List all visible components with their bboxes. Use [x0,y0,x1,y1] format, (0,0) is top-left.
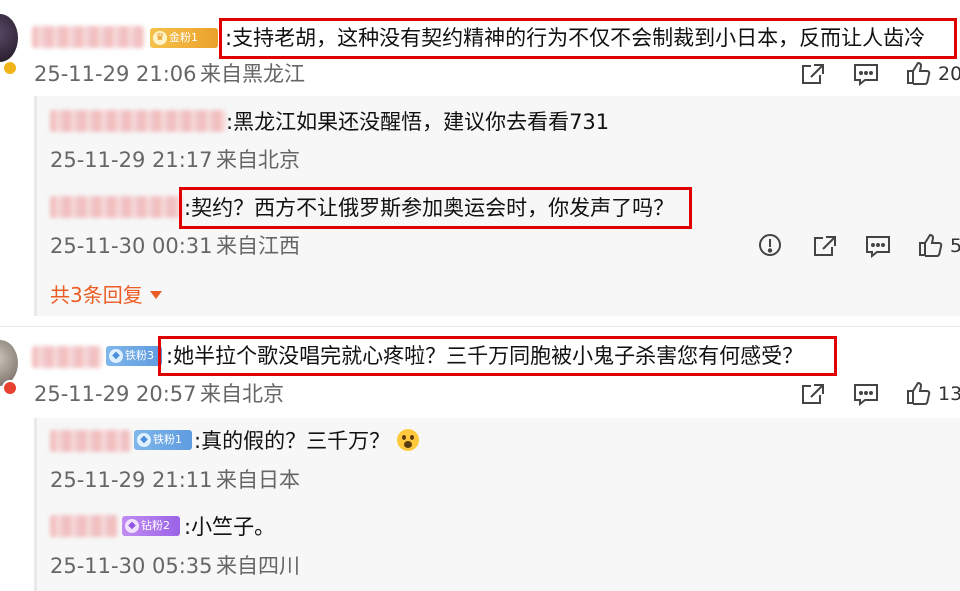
comment-time: 25-11-29 21:06 [34,62,197,86]
share-icon[interactable] [800,62,826,86]
badge-label: 钻粉2 [141,519,170,532]
comment-location: 来自黑龙江 [200,62,305,86]
reply-text: :契约？西方不让俄罗斯参加奥运会时，你发声了吗？ [184,196,675,220]
comment-location: 来自北京 [200,382,284,406]
diamond-icon: ◆ [125,519,139,533]
reply-text-content: :真的假的？三千万？ [194,429,391,453]
fan-level-badge: ◆ 钻粉2 [122,516,180,536]
badge-label: 铁粉1 [153,433,182,446]
reply-location: 来自北京 [216,148,300,172]
username-blurred[interactable] [32,346,102,368]
reply-time: 25-11-29 21:11 [50,468,213,492]
reply-location: 来自日本 [216,468,300,492]
comment-divider [0,326,960,327]
fan-level-badge: ♛ 金粉1 [150,28,218,48]
reply-time: 25-11-30 00:31 [50,234,213,258]
diamond-icon: ◆ [137,433,151,447]
avatar[interactable] [0,14,18,62]
verified-badge-icon [2,60,18,76]
shocked-face-emoji-icon [396,429,419,451]
caret-down-icon [150,291,163,299]
reply-location: 来自江西 [216,234,300,258]
reply-username-blurred[interactable] [50,515,118,537]
thumbs-up-icon[interactable] [905,380,931,406]
diamond-icon: ◆ [109,349,123,363]
reply-time: 25-11-29 21:17 [50,148,213,172]
reply-time: 25-11-30 05:35 [50,554,213,578]
reply-divider [34,418,37,591]
comment-text: :支持老胡，这种没有契约精神的行为不仅不会制裁到小日本，反而让人齿冷 [225,26,926,50]
thumbs-up-icon[interactable] [917,232,943,258]
reply-username-blurred[interactable] [50,196,182,218]
reply-divider [34,96,37,316]
reply-username-blurred[interactable] [50,430,130,452]
crown-icon: ♛ [153,31,167,45]
fan-level-badge: ◆ 铁粉1 [134,430,192,450]
comment-text: :她半拉个歌没唱完就心疼啦？三千万同胞被小鬼子杀害您有何感受？ [166,344,804,368]
comment-time: 25-11-29 20:57 [34,382,197,406]
reply-text: :真的假的？三千万？ [194,427,419,455]
username-blurred[interactable] [32,26,144,48]
comment-icon[interactable] [864,234,892,258]
comment-icon[interactable] [852,382,880,406]
user-level-badge-icon [2,380,18,396]
fan-level-badge: ◆ 铁粉3 [106,346,162,366]
reply-username-blurred[interactable] [50,110,226,132]
share-icon[interactable] [812,234,838,258]
reply-location: 来自四川 [216,554,300,578]
more-replies-label: 共3条回复 [50,283,143,307]
reply-text: :黑龙江如果还没醒悟，建议你去看看731 [226,110,610,134]
like-count: 20 [938,63,960,85]
comment-icon[interactable] [852,62,880,86]
thumbs-up-icon[interactable] [905,60,931,86]
badge-label: 铁粉3 [125,349,154,362]
like-count: 5 [950,235,960,257]
reply-text: :小竺子。 [184,515,276,539]
share-icon[interactable] [800,382,826,406]
like-count: 13 [938,383,960,405]
report-icon[interactable] [758,233,782,257]
more-replies-link[interactable]: 共3条回复 [50,282,163,308]
badge-label: 金粉1 [169,31,198,44]
